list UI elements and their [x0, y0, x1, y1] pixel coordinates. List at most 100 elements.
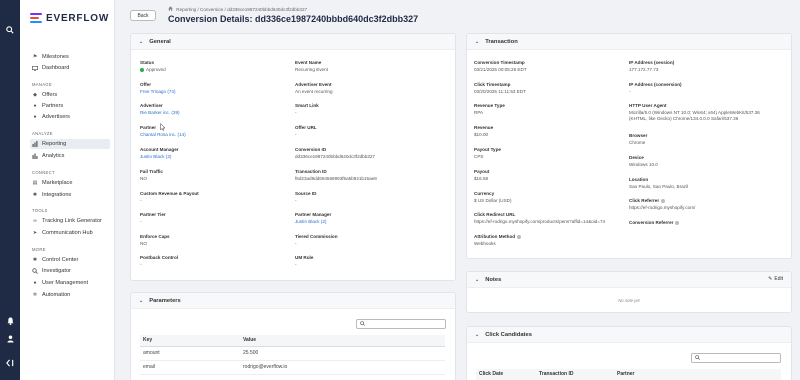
bell-icon[interactable]	[5, 316, 15, 326]
notes-card: ⌄ Notes ✎ Edit No note yet	[466, 271, 792, 313]
field-revenue: Revenue $10.00	[474, 125, 494, 137]
click-candidates-card-header[interactable]: ⌄ Click Candidates	[467, 327, 791, 343]
sidebar-item-communication-hub[interactable]: ➤ Communication Hub	[30, 228, 110, 238]
sidebar-item-milestones[interactable]: ⚑ Milestones	[30, 52, 110, 62]
back-button[interactable]: Back	[130, 10, 156, 21]
sidebar-item-label: Reporting	[42, 141, 67, 147]
sidebar-item-dashboard[interactable]: Dashboard	[30, 63, 110, 73]
notes-card-header[interactable]: ⌄ Notes	[467, 272, 791, 288]
field-transaction-id: Transaction ID f6d23ad9dd694568993f5a5b9…	[295, 169, 377, 181]
sidebar-item-label: Marketplace	[42, 180, 73, 186]
field-postback-control: Postback Control -	[140, 255, 179, 267]
help-icon[interactable]	[517, 234, 522, 239]
parameters-table: Key Value amount 25.500 email rodrigo@ev…	[140, 335, 445, 375]
field-ip-conversion: IP Address (conversion) -	[629, 82, 682, 94]
column-header-key[interactable]: Key	[140, 335, 240, 347]
field-conversion-referrer: Conversion Referrer	[629, 220, 680, 227]
table-row: email rodrigo@everflow.io	[140, 360, 445, 375]
general-card: ⌄ General Status Approved Event Name Rec…	[130, 33, 456, 281]
chevron-down-icon: ⌄	[139, 38, 144, 45]
table-row: amount 25.500	[140, 346, 445, 361]
sidebar-item-marketplace[interactable]: ▤ Marketplace	[30, 178, 110, 188]
sidebar-item-analytics[interactable]: Analytics	[30, 151, 110, 161]
gear-icon: ✱	[32, 192, 38, 198]
home-icon[interactable]	[168, 6, 173, 12]
partner-manager-link[interactable]: Justin Black (2)	[295, 219, 331, 224]
field-event-name: Event Name Recurring Event	[295, 60, 328, 72]
breadcrumb-text[interactable]: Reporting / Conversion / dd336ce1987240b…	[176, 7, 307, 12]
sidebar-item-reporting[interactable]: Reporting	[30, 139, 110, 149]
field-conversion-id: Conversion ID dd336ce1987240bbbd640dc3f2…	[295, 147, 375, 159]
parameters-card-header[interactable]: ⌄ Parameters	[131, 293, 455, 309]
collapse-icon[interactable]	[5, 358, 15, 368]
field-um-rule: UM Rule -	[295, 255, 314, 267]
sidebar-item-advertisers[interactable]: ● Advertisers	[30, 112, 110, 122]
click-candidates-search-input[interactable]	[691, 353, 781, 363]
search-icon[interactable]	[5, 25, 15, 35]
tag-icon: ◆	[33, 92, 37, 98]
field-revenue-type: Revenue Type RPA	[474, 103, 505, 115]
transaction-card-header[interactable]: ⌄ Transaction	[467, 34, 791, 50]
field-location: Location Sao Paulo, Sao Paulo, Brazil	[629, 177, 688, 189]
field-device: Device Windows 10.0	[629, 155, 658, 167]
cogs-icon: ✲	[32, 292, 38, 298]
offer-link[interactable]: Free Trinago (74)	[140, 89, 176, 94]
field-advertiser: Advertiser Rie Barker inc. (39)	[140, 103, 180, 115]
column-header-transaction-id[interactable]: Transaction ID	[536, 369, 614, 380]
column-header-partner[interactable]: Partner	[614, 369, 781, 380]
everflow-logo[interactable]: EVERFLOW	[30, 12, 109, 24]
column-header-click-date[interactable]: Click Date	[476, 369, 536, 380]
notes-empty-text: No note yet	[618, 298, 640, 303]
breadcrumb: Reporting / Conversion / dd336ce1987240b…	[168, 6, 307, 12]
chevron-down-icon: ⌄	[475, 38, 480, 45]
edit-notes-button[interactable]: ✎ Edit	[768, 276, 783, 282]
user-icon[interactable]	[5, 334, 15, 344]
field-partner-manager: Partner Manager Justin Black (2)	[295, 212, 332, 224]
pencil-icon: ✎	[768, 276, 773, 282]
general-card-header[interactable]: ⌄ General	[131, 34, 455, 50]
field-click-timestamp: Click Timestamp 03/20/2025 11:11:53 EDT	[474, 82, 526, 94]
card-title: Parameters	[149, 297, 181, 304]
users-icon: ●	[33, 103, 37, 109]
field-account-manager: Account Manager Justin Black (2)	[140, 147, 179, 159]
section-more: MORE	[32, 247, 46, 252]
field-http-user-agent: HTTP User Agent Mozilla/5.0 (Windows NT …	[629, 103, 760, 121]
sidebar-item-control-center[interactable]: ✱ Control Center	[30, 255, 110, 265]
send-icon: ➤	[32, 230, 38, 236]
field-offer-url: Offer URL -	[295, 125, 317, 137]
gear-icon: ✱	[32, 257, 38, 263]
column-header-value[interactable]: Value	[240, 335, 445, 347]
status-badge: Approved	[140, 67, 166, 72]
sidebar-item-label: Offers	[42, 92, 58, 98]
field-click-referrer: Click Referrer https://ef-rodrigo.myshop…	[629, 198, 696, 210]
field-attribution-method: Attribution Method Webhooks	[474, 234, 522, 246]
sidebar-item-partners[interactable]: ● Partners	[30, 101, 110, 111]
card-title: Click Candidates	[485, 331, 532, 338]
field-tiered-commission: Tiered Commission -	[295, 234, 338, 246]
help-icon[interactable]	[661, 198, 666, 203]
sidebar-item-automation[interactable]: ✲ Automation	[30, 290, 110, 300]
card-title: General	[149, 38, 171, 45]
sidebar-item-integrations[interactable]: ✱ Integrations	[30, 190, 110, 200]
sidebar-item-tracking-link-generator[interactable]: ∞ Tracking Link Generator	[30, 216, 110, 226]
account-manager-link[interactable]: Justin Black (2)	[140, 154, 179, 159]
users-icon: ●	[33, 114, 37, 120]
click-candidates-table: Click Date Transaction ID Partner	[476, 369, 781, 380]
page-title: Conversion Details: dd336ce1987240bbbd64…	[168, 14, 419, 24]
field-conversion-timestamp: Conversion Timestamp 03/21/2025 00:05:26…	[474, 60, 527, 72]
field-payout-type: Payout Type CPS	[474, 147, 501, 159]
sidebar-item-investigator[interactable]: Investigator	[30, 266, 110, 276]
help-icon[interactable]	[675, 220, 680, 225]
mouse-cursor-icon	[160, 122, 166, 133]
sidebar-item-user-management[interactable]: ● User Management	[30, 278, 110, 288]
logo-text: EVERFLOW	[46, 12, 110, 24]
advertiser-link[interactable]: Rie Barker inc. (39)	[140, 110, 180, 115]
field-partner-tier: Partner Tier -	[140, 212, 166, 224]
field-currency: Currency $ US Dollar (USD)	[474, 191, 512, 203]
link-icon: ∞	[33, 218, 37, 224]
sidebar-item-offers[interactable]: ◆ Offers	[30, 90, 110, 100]
field-fail-traffic: Fail Traffic NO	[140, 169, 163, 181]
parameters-search-input[interactable]	[356, 319, 446, 329]
click-candidates-card: ⌄ Click Candidates Click Date Transactio…	[466, 326, 792, 380]
chart-icon	[32, 141, 38, 147]
